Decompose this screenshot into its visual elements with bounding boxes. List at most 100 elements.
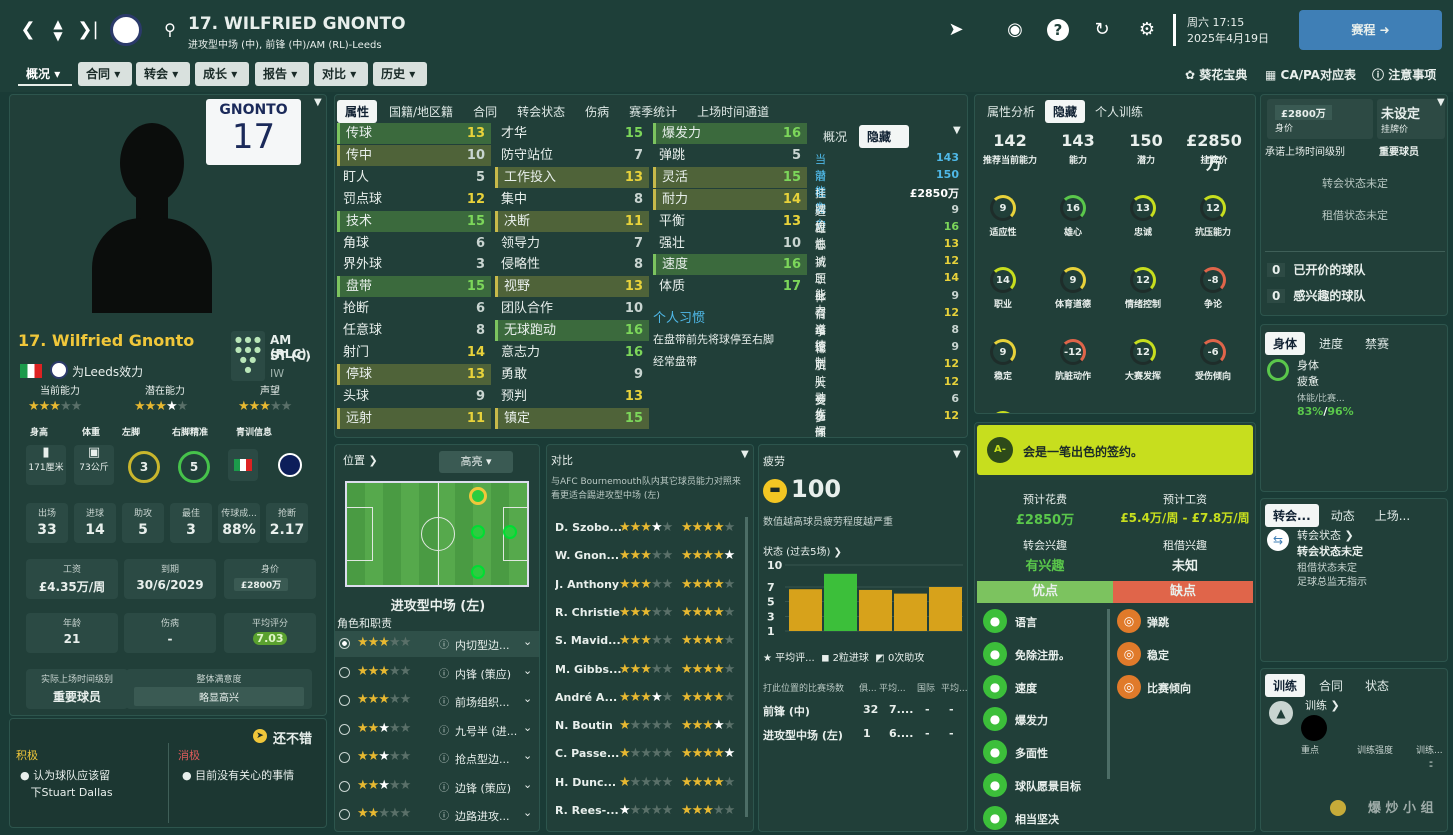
tab-body_tabs-2[interactable]: 禁赛	[1357, 332, 1397, 355]
compare-player-name[interactable]: C. Passe...	[555, 747, 621, 760]
tab-transfer_tabs-0[interactable]: 转会...	[1265, 504, 1319, 527]
tab-attr_tabs-6[interactable]: 上场时间通道	[689, 100, 777, 123]
training-title[interactable]: 训练 ❯	[1305, 697, 1340, 713]
menu-development[interactable]: 成长 ▾	[195, 62, 249, 86]
radio-icon[interactable]	[339, 752, 350, 763]
tab-attr_tabs-0[interactable]: 属性	[337, 100, 378, 123]
form-bar[interactable]	[824, 573, 857, 631]
settings-icon[interactable]: ⚙	[1135, 18, 1159, 42]
refresh-icon[interactable]: ↻	[1090, 18, 1114, 42]
notes-link[interactable]: ⓘ 注意事项	[1372, 66, 1436, 83]
chevron-down-icon[interactable]: ⌄	[523, 806, 532, 819]
tab-attr_tabs-2[interactable]: 合同	[465, 100, 505, 123]
form-bar[interactable]	[894, 593, 927, 631]
role-row[interactable]: ★★★★★ ⓘ 边锋 (策应) ⌄	[335, 774, 539, 800]
info-icon[interactable]: ⓘ	[439, 693, 449, 708]
globe-icon[interactable]: ◉	[1003, 18, 1027, 42]
radio-icon[interactable]	[339, 638, 350, 649]
capa-link[interactable]: ▦ CA/PA对应表	[1265, 66, 1356, 83]
info-icon[interactable]: ⓘ	[439, 750, 449, 765]
hidden-tab-hidden[interactable]: 隐藏	[859, 125, 909, 148]
form-bar[interactable]	[859, 589, 892, 631]
rocket-icon[interactable]: ➤	[944, 18, 968, 42]
info-icon[interactable]: ⓘ	[439, 665, 449, 680]
tab-body_tabs-1[interactable]: 进度	[1311, 332, 1351, 355]
compare-player-name[interactable]: R. Rees-...	[555, 804, 621, 817]
compare-player-name[interactable]: J. Anthony	[555, 578, 621, 591]
menu-reports[interactable]: 报告 ▾	[255, 62, 309, 86]
compare-scrollbar[interactable]	[745, 517, 748, 817]
compare-player-name[interactable]: H. Dunc...	[555, 776, 621, 789]
form-bar[interactable]	[929, 587, 962, 631]
role-row[interactable]: ★★★★★ ⓘ 内锋 (策应) ⌄	[335, 660, 539, 686]
tab-analysis_tabs-1[interactable]: 隐藏	[1045, 100, 1086, 123]
offer-row[interactable]: 0 已开价的球队	[1267, 261, 1365, 278]
tab-attr_tabs-5[interactable]: 赛季统计	[621, 100, 685, 123]
tab-attr_tabs-4[interactable]: 伤病	[577, 100, 617, 123]
tab-attr_tabs-1[interactable]: 国籍/地区籍	[381, 100, 461, 123]
menu-transfer[interactable]: 转会 ▾	[136, 62, 190, 86]
info-icon[interactable]: ⓘ	[439, 807, 449, 822]
role-row[interactable]: ★★★★★ ⓘ 九号半 (进... ⌄	[335, 717, 539, 743]
tab-train_tabs-1[interactable]: 合同	[1311, 674, 1351, 697]
fatigue-cell: -	[949, 727, 954, 740]
tab-analysis_tabs-2[interactable]: 个人训练	[1087, 100, 1151, 123]
role-row[interactable]: ★★★★★ ⓘ 前场组织... ⌄	[335, 688, 539, 714]
compare-player-name[interactable]: André A...	[555, 691, 621, 704]
menu-compare[interactable]: 对比 ▾	[314, 62, 368, 86]
search-icon[interactable]: ⚲	[158, 18, 182, 42]
tab-body_tabs-0[interactable]: 身体	[1265, 332, 1306, 355]
compare-menu-icon[interactable]: ▼	[741, 449, 749, 460]
info-icon[interactable]: ⓘ	[439, 779, 449, 794]
radio-icon[interactable]	[339, 723, 350, 735]
tn-title[interactable]: 转会状态 ❯	[1297, 527, 1354, 543]
continue-button[interactable]: 赛程 ➜	[1299, 10, 1442, 50]
hidden-menu-icon[interactable]: ▼	[953, 125, 961, 136]
panel-menu-icon[interactable]: ▼	[314, 97, 322, 108]
fatigue-menu-icon[interactable]: ▼	[953, 449, 961, 460]
radio-icon[interactable]	[339, 666, 350, 678]
chevron-down-icon[interactable]: ⌄	[523, 749, 532, 762]
info-icon[interactable]: ⓘ	[439, 636, 449, 651]
back-icon[interactable]: ❮	[16, 18, 40, 42]
compare-player-name[interactable]: D. Szobo...	[555, 521, 621, 534]
position-title[interactable]: 位置 ❯	[343, 452, 378, 468]
skip-icon[interactable]: ❯|	[76, 18, 100, 42]
tab-analysis_tabs-0[interactable]: 属性分析	[979, 100, 1043, 123]
highlight-dropdown[interactable]: 高亮 ▾	[439, 451, 513, 473]
tab-train_tabs-2[interactable]: 状态	[1357, 674, 1397, 697]
radio-icon[interactable]	[339, 780, 350, 792]
tab-train_tabs-0[interactable]: 训练	[1265, 674, 1306, 697]
help-icon[interactable]: ?	[1047, 19, 1069, 41]
chevron-down-icon[interactable]: ⌄	[523, 664, 532, 677]
interest-row[interactable]: 0 感兴趣的球队	[1267, 287, 1365, 304]
role-row[interactable]: ★★★★★ ⓘ 抢点型边... ⌄	[335, 745, 539, 771]
up-down-icon[interactable]: ▲ ▼	[46, 18, 70, 42]
radio-icon[interactable]	[339, 809, 350, 820]
chevron-down-icon[interactable]: ⌄	[523, 692, 532, 705]
tb-menu-icon[interactable]: ▼	[1437, 97, 1445, 108]
compare-player-name[interactable]: W. Gnon...	[555, 549, 621, 562]
pros-scrollbar[interactable]	[1107, 609, 1110, 779]
menu-overview[interactable]: 概况 ▾	[18, 62, 72, 86]
gem-link[interactable]: ✿ 葵花宝典	[1185, 66, 1247, 83]
radio-icon[interactable]	[339, 695, 350, 706]
form-bar[interactable]	[789, 589, 822, 631]
menu-history[interactable]: 历史 ▾	[373, 62, 427, 86]
chevron-down-icon[interactable]: ⌄	[523, 721, 532, 734]
role-row[interactable]: ★★★★★ ⓘ 内切型边... ⌄	[335, 631, 539, 657]
form-title[interactable]: 状态 (过去5场) ❯	[763, 543, 842, 558]
chevron-down-icon[interactable]: ⌄	[523, 778, 532, 791]
info-icon[interactable]: ⓘ	[439, 722, 449, 737]
menu-contract[interactable]: 合同 ▾	[78, 62, 132, 86]
compare-player-name[interactable]: R. Christie	[555, 606, 621, 619]
role-row[interactable]: ★★★★★ ⓘ 边路进攻... ⌄	[335, 802, 539, 828]
chevron-down-icon[interactable]: ⌄	[523, 635, 532, 648]
compare-player-name[interactable]: S. Mavid...	[555, 634, 621, 647]
tab-attr_tabs-3[interactable]: 转会状态	[509, 100, 573, 123]
compare-player-name[interactable]: N. Boutin	[555, 719, 621, 732]
hidden-tab-overview[interactable]: 概况	[815, 125, 855, 148]
tab-transfer_tabs-1[interactable]: 动态	[1323, 504, 1363, 527]
compare-player-name[interactable]: M. Gibbs...	[555, 663, 621, 676]
tab-transfer_tabs-2[interactable]: 上场...	[1367, 504, 1418, 527]
